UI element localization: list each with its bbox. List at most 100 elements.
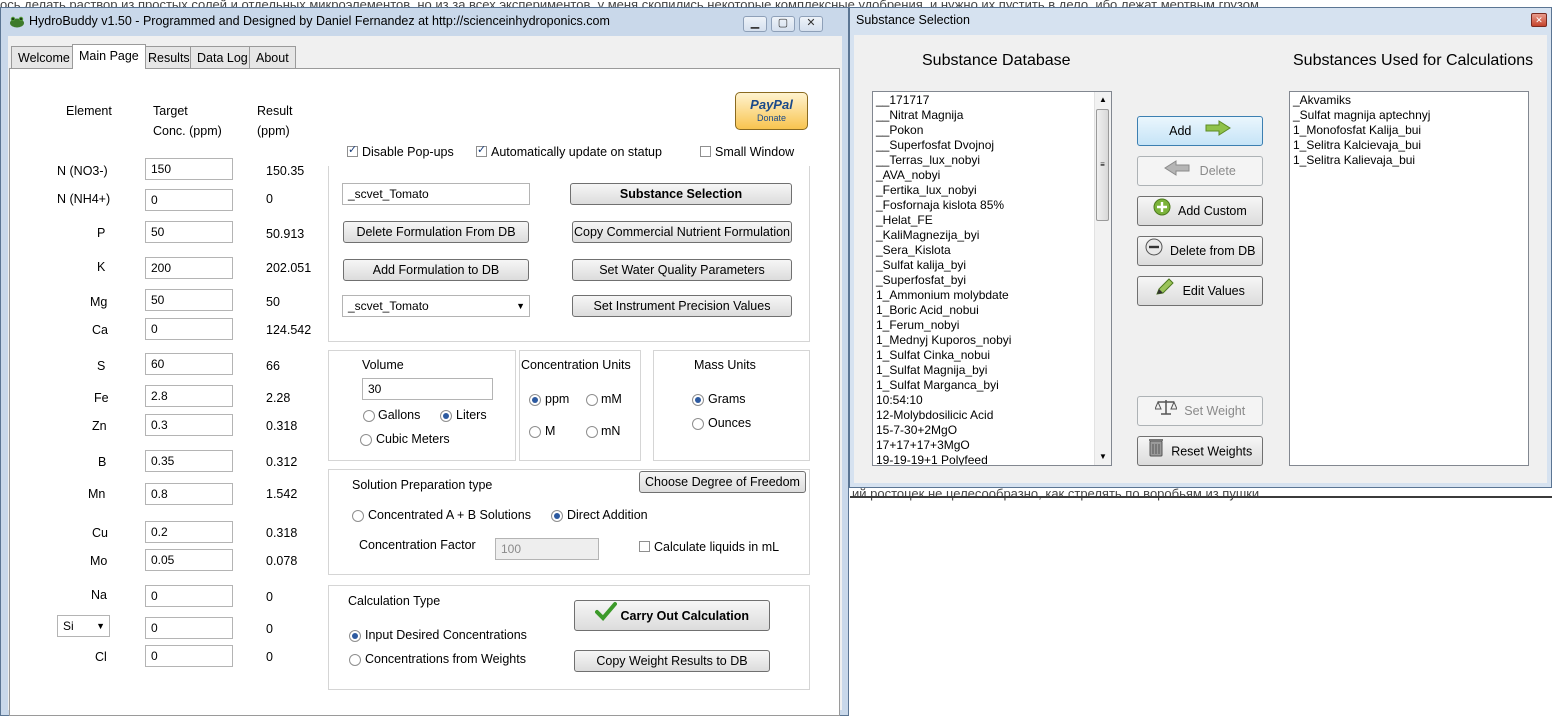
list-item[interactable]: 10:54:10	[873, 393, 1111, 408]
edit-values-button[interactable]: Edit Values	[1137, 276, 1263, 306]
direct-addition-radio[interactable]	[551, 510, 563, 522]
list-item[interactable]: 1_Selitra Kalievaja_bui	[1290, 153, 1528, 168]
M-radio[interactable]	[529, 426, 541, 438]
list-item[interactable]: 1_Sulfat Marganca_byi	[873, 378, 1111, 393]
list-item[interactable]: 1_Ammonium molybdate	[873, 288, 1111, 303]
delete-formulation-button[interactable]: Delete Formulation From DB	[343, 221, 529, 243]
list-item[interactable]: __Pokon	[873, 123, 1111, 138]
list-item[interactable]: _Sulfat kalija_byi	[873, 258, 1111, 273]
grams-radio[interactable]	[692, 394, 704, 406]
list-item[interactable]: __Nitrat Magnija	[873, 108, 1111, 123]
list-item[interactable]: _Fertika_lux_nobyi	[873, 183, 1111, 198]
list-item[interactable]: 19-19-19+1 Polyfeed	[873, 453, 1111, 465]
list-item[interactable]: __Superfosfat Dvojnoj	[873, 138, 1111, 153]
list-item[interactable]: 1_Sulfat Cinka_nobui	[873, 348, 1111, 363]
tab-about[interactable]: About	[249, 46, 296, 68]
formulation-select[interactable]: _scvet_Tomato ▼	[342, 295, 530, 317]
liters-radio[interactable]	[440, 410, 452, 422]
copy-weight-results-button[interactable]: Copy Weight Results to DB	[574, 650, 770, 672]
copy-commercial-button[interactable]: Copy Commercial Nutrient Formulation	[572, 221, 792, 243]
formulation-name-input[interactable]: _scvet_Tomato	[342, 183, 530, 205]
target-input[interactable]: 0.05	[145, 549, 233, 571]
scroll-thumb[interactable]: ≡	[1096, 109, 1109, 221]
gallons-radio[interactable]	[363, 410, 375, 422]
target-input[interactable]: 0.35	[145, 450, 233, 472]
scroll-up-icon[interactable]: ▲	[1095, 92, 1111, 108]
delete-substance-button[interactable]: Delete	[1137, 156, 1263, 186]
target-input[interactable]: 150	[145, 158, 233, 180]
substance-close-button[interactable]: ✕	[1531, 13, 1547, 27]
list-item[interactable]: 1_Ferum_nobyi	[873, 318, 1111, 333]
list-scrollbar[interactable]: ▲ ≡ ▼	[1094, 92, 1111, 465]
water-quality-button[interactable]: Set Water Quality Parameters	[572, 259, 792, 281]
list-item[interactable]: _Superfosfat_byi	[873, 273, 1111, 288]
input-desired-radio[interactable]	[349, 630, 361, 642]
mM-radio[interactable]	[586, 394, 598, 406]
minimize-button[interactable]: ▁	[743, 16, 767, 32]
delete-from-db-button[interactable]: Delete from DB	[1137, 236, 1263, 266]
volume-input[interactable]: 30	[362, 378, 493, 400]
list-item[interactable]: _KaliMagnezija_byi	[873, 228, 1111, 243]
target-input[interactable]: 50	[145, 221, 233, 243]
target-input[interactable]: 0	[145, 617, 233, 639]
disable-popups-checkbox[interactable]	[347, 143, 358, 157]
list-item[interactable]: _Sera_Kislota	[873, 243, 1111, 258]
substance-database-list[interactable]: __171717 __Nitrat Magnija __Pokon __Superfo…	[872, 91, 1112, 466]
list-item[interactable]: 12-Molybdosilicic Acid	[873, 408, 1111, 423]
maximize-button[interactable]: ▢	[771, 16, 795, 32]
target-input[interactable]: 0	[145, 585, 233, 607]
add-custom-button[interactable]: Add Custom	[1137, 196, 1263, 226]
target-input[interactable]: 2.8	[145, 385, 233, 407]
carry-out-calculation-button[interactable]: Carry Out Calculation	[574, 600, 770, 631]
set-weight-button[interactable]: Set Weight	[1137, 396, 1263, 426]
tab-data-log[interactable]: Data Log	[190, 46, 255, 68]
substance-titlebar[interactable]: Substance Selection ✕	[850, 8, 1551, 32]
target-input[interactable]: 200	[145, 257, 233, 279]
list-item[interactable]: 1_Mednyj Kuporos_nobyi	[873, 333, 1111, 348]
list-item[interactable]: __Terras_lux_nobyi	[873, 153, 1111, 168]
add-formulation-button[interactable]: Add Formulation to DB	[343, 259, 529, 281]
reset-weights-button[interactable]: Reset Weights	[1137, 436, 1263, 466]
target-input[interactable]: 0	[145, 318, 233, 340]
close-button[interactable]: ✕	[799, 16, 823, 32]
tab-main-page[interactable]: Main Page	[72, 44, 146, 69]
calc-liquids-checkbox[interactable]	[639, 541, 650, 552]
list-item[interactable]: 1_Selitra Kalcievaja_bui	[1290, 138, 1528, 153]
degree-of-freedom-button[interactable]: Choose Degree of Freedom	[639, 471, 806, 493]
ab-solutions-radio[interactable]	[352, 510, 364, 522]
main-titlebar[interactable]: HydroBuddy v1.50 - Programmed and Design…	[1, 8, 848, 36]
list-item[interactable]: 1_Monofosfat Kalija_bui	[1290, 123, 1528, 138]
list-item[interactable]: _Helat_FE	[873, 213, 1111, 228]
list-item[interactable]: _Fosfornaja kislota 85%	[873, 198, 1111, 213]
list-item[interactable]: __171717	[873, 93, 1111, 108]
substances-used-list[interactable]: _Akvamiks _Sulfat magnija aptechnyj 1_Mono…	[1289, 91, 1529, 466]
paypal-donate-button[interactable]: PayPal Donate	[735, 92, 808, 130]
add-substance-button[interactable]: Add	[1137, 116, 1263, 146]
auto-update-checkbox[interactable]	[476, 143, 487, 157]
from-weights-radio[interactable]	[349, 654, 361, 666]
ounces-radio[interactable]	[692, 418, 704, 430]
target-input[interactable]: 0.3	[145, 414, 233, 436]
list-item[interactable]: 1_Boric Acid_nobui	[873, 303, 1111, 318]
scroll-down-icon[interactable]: ▼	[1095, 449, 1111, 465]
list-item[interactable]: 17+17+17+3MgO	[873, 438, 1111, 453]
target-input[interactable]: 50	[145, 289, 233, 311]
list-item[interactable]: _Sulfat magnija aptechnyj	[1290, 108, 1528, 123]
small-window-checkbox[interactable]	[700, 146, 711, 157]
list-item[interactable]: 15-7-30+2MgO	[873, 423, 1111, 438]
cubic-meters-radio[interactable]	[360, 434, 372, 446]
substance-selection-button[interactable]: Substance Selection	[570, 183, 792, 205]
mN-radio[interactable]	[586, 426, 598, 438]
target-input[interactable]: 0	[145, 189, 233, 211]
target-input[interactable]: 60	[145, 353, 233, 375]
instrument-precision-button[interactable]: Set Instrument Precision Values	[572, 295, 792, 317]
tab-results[interactable]: Results	[141, 46, 197, 68]
target-input[interactable]: 0	[145, 645, 233, 667]
target-input[interactable]: 0.8	[145, 483, 233, 505]
list-item[interactable]: _Akvamiks	[1290, 93, 1528, 108]
conc-factor-input[interactable]: 100	[495, 538, 599, 560]
element-select[interactable]: Si ▼	[57, 615, 110, 637]
list-item[interactable]: 1_Sulfat Magnija_byi	[873, 363, 1111, 378]
list-item[interactable]: _AVA_nobyi	[873, 168, 1111, 183]
target-input[interactable]: 0.2	[145, 521, 233, 543]
